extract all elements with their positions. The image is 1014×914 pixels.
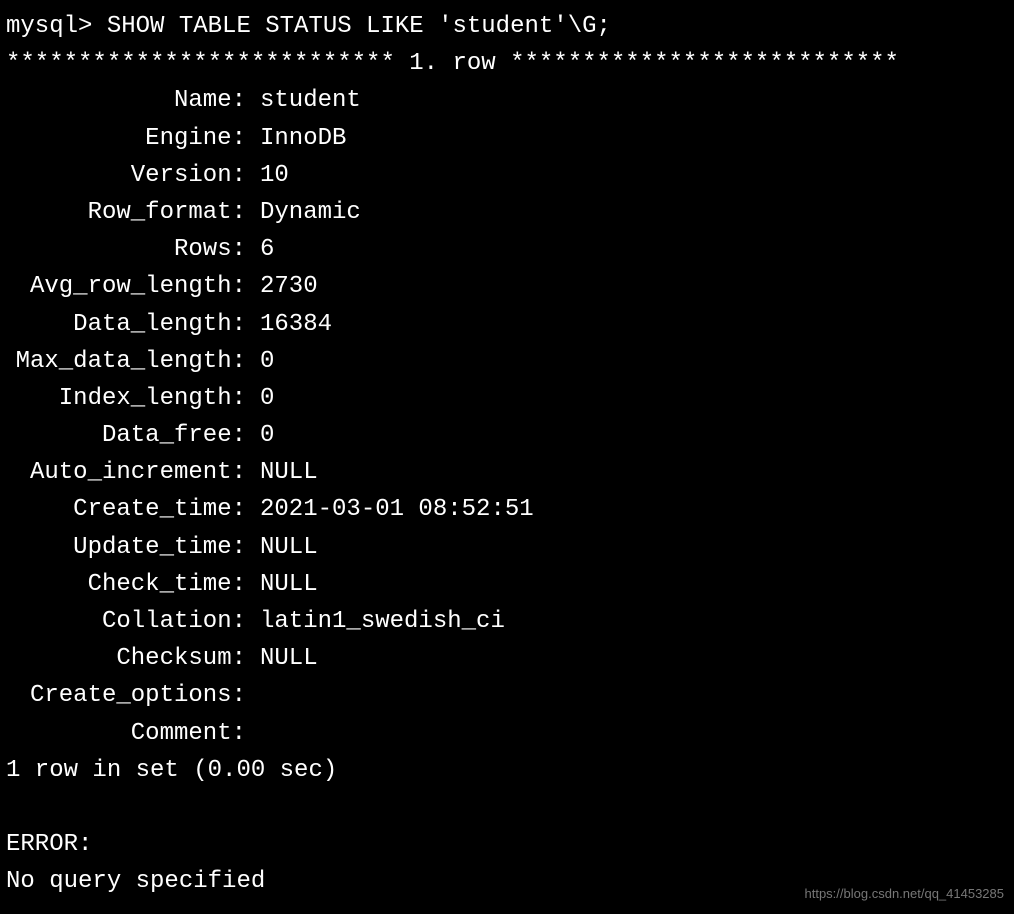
field-label: Create_options:	[6, 677, 246, 714]
field-label: Avg_row_length:	[6, 268, 246, 305]
field-row: Data_free: 0	[6, 417, 1008, 454]
field-row: Name: student	[6, 82, 1008, 119]
field-value	[246, 715, 260, 752]
field-label: Version:	[6, 157, 246, 194]
error-label: ERROR:	[6, 826, 1008, 863]
field-row: Avg_row_length: 2730	[6, 268, 1008, 305]
field-value: NULL	[246, 640, 318, 677]
field-row: Auto_increment: NULL	[6, 454, 1008, 491]
field-label: Check_time:	[6, 566, 246, 603]
field-row: Index_length: 0	[6, 380, 1008, 417]
field-label: Comment:	[6, 715, 246, 752]
field-row: Row_format: Dynamic	[6, 194, 1008, 231]
field-value: 0	[246, 343, 274, 380]
field-value: 10	[246, 157, 289, 194]
field-row: Collation: latin1_swedish_ci	[6, 603, 1008, 640]
result-summary: 1 row in set (0.00 sec)	[6, 752, 1008, 789]
field-value: 2730	[246, 268, 318, 305]
field-label: Data_length:	[6, 306, 246, 343]
field-value	[246, 677, 260, 714]
field-value: 0	[246, 380, 274, 417]
field-row: Create_options:	[6, 677, 1008, 714]
field-value: 16384	[246, 306, 332, 343]
field-label: Collation:	[6, 603, 246, 640]
field-label: Name:	[6, 82, 246, 119]
field-row: Comment:	[6, 715, 1008, 752]
field-label: Rows:	[6, 231, 246, 268]
field-row: Max_data_length: 0	[6, 343, 1008, 380]
field-row: Data_length: 16384	[6, 306, 1008, 343]
blank-line	[6, 789, 1008, 826]
field-value: latin1_swedish_ci	[246, 603, 505, 640]
field-row: Engine: InnoDB	[6, 120, 1008, 157]
field-row: Version: 10	[6, 157, 1008, 194]
watermark-text: https://blog.csdn.net/qq_41453285	[805, 884, 1005, 904]
table-status-fields: Name: student Engine: InnoDB Version: 10…	[6, 82, 1008, 751]
field-row: Check_time: NULL	[6, 566, 1008, 603]
field-value: InnoDB	[246, 120, 346, 157]
field-value: NULL	[246, 454, 318, 491]
field-value: NULL	[246, 529, 318, 566]
field-row: Rows: 6	[6, 231, 1008, 268]
field-value: 2021-03-01 08:52:51	[246, 491, 534, 528]
field-value: 6	[246, 231, 274, 268]
field-label: Row_format:	[6, 194, 246, 231]
field-label: Checksum:	[6, 640, 246, 677]
field-row: Checksum: NULL	[6, 640, 1008, 677]
field-value: NULL	[246, 566, 318, 603]
field-row: Create_time: 2021-03-01 08:52:51	[6, 491, 1008, 528]
field-value: Dynamic	[246, 194, 361, 231]
field-label: Update_time:	[6, 529, 246, 566]
field-label: Data_free:	[6, 417, 246, 454]
field-label: Index_length:	[6, 380, 246, 417]
field-row: Update_time: NULL	[6, 529, 1008, 566]
field-label: Max_data_length:	[6, 343, 246, 380]
field-label: Create_time:	[6, 491, 246, 528]
field-label: Engine:	[6, 120, 246, 157]
mysql-prompt-line: mysql> SHOW TABLE STATUS LIKE 'student'\…	[6, 8, 1008, 45]
field-value: student	[246, 82, 361, 119]
field-label: Auto_increment:	[6, 454, 246, 491]
row-separator-header: *************************** 1. row *****…	[6, 45, 1008, 82]
field-value: 0	[246, 417, 274, 454]
